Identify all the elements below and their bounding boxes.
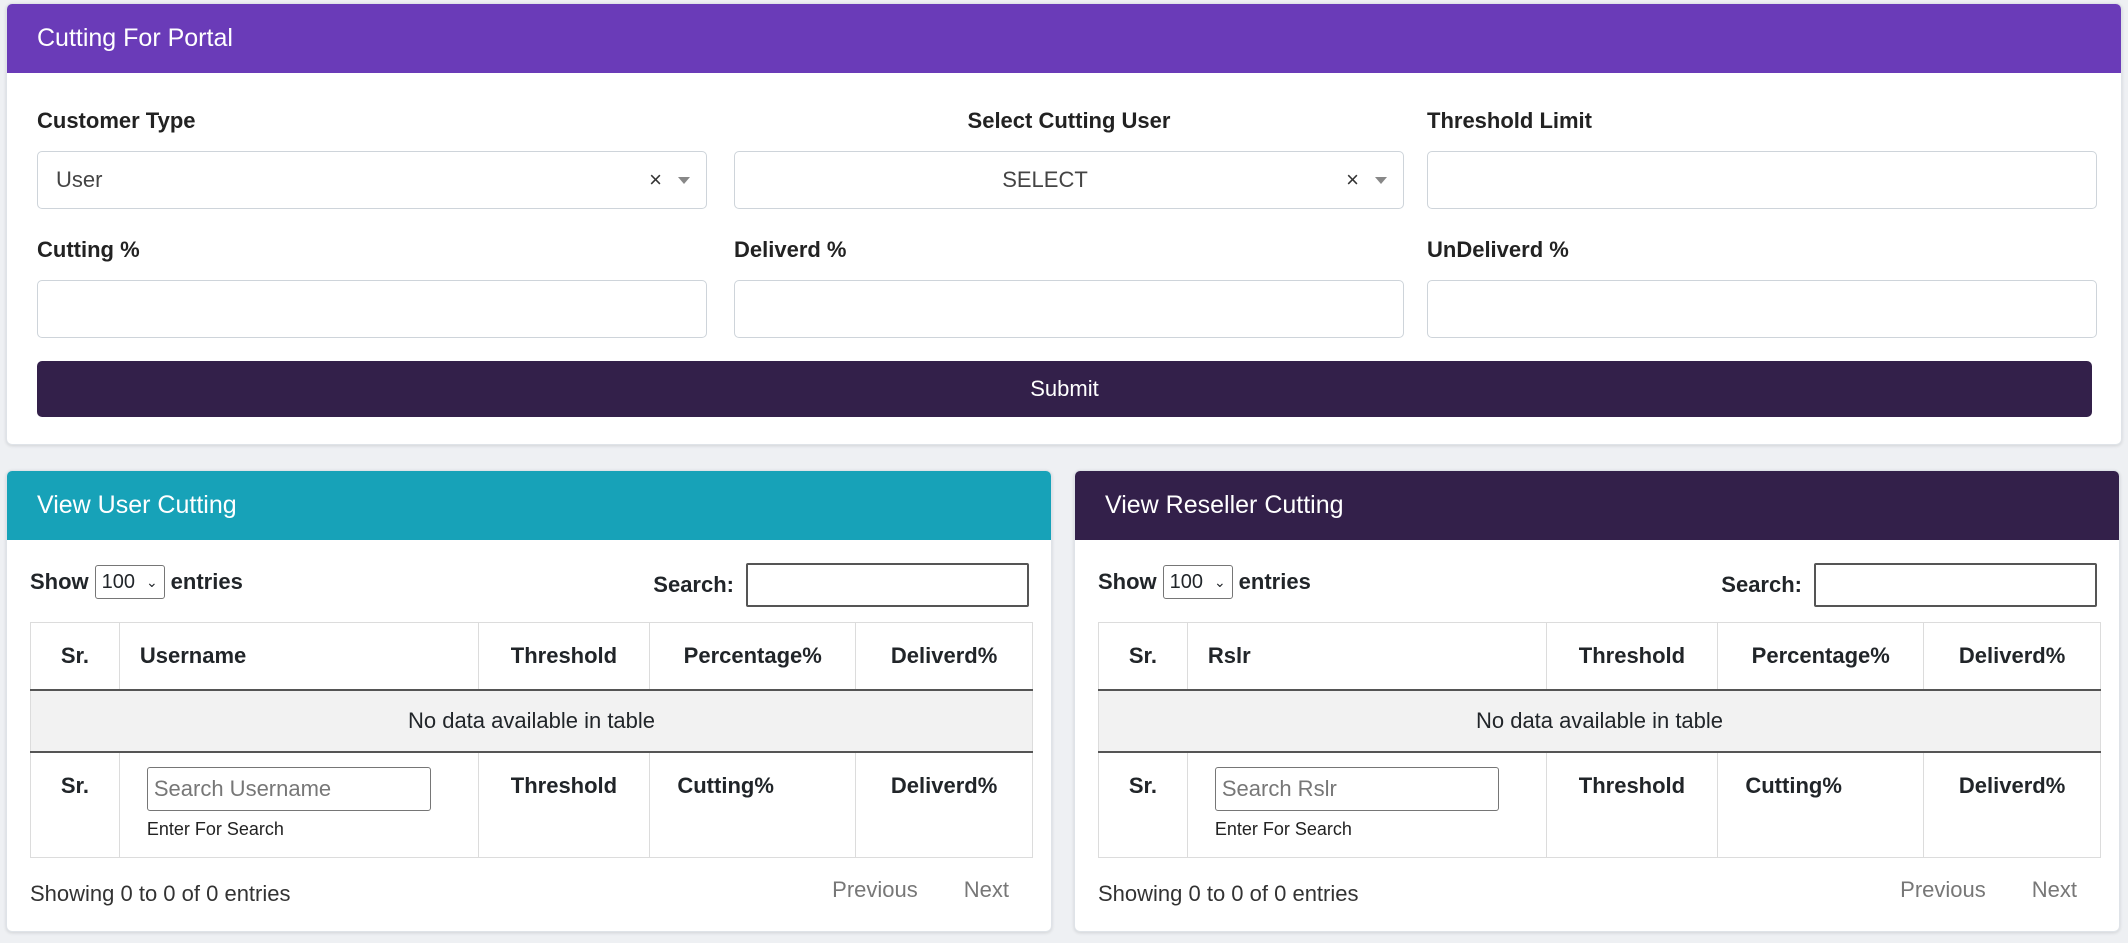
footer-threshold: Threshold [1545, 750, 1719, 858]
footer-deliverd: Deliverd% [855, 750, 1033, 858]
threshold-limit-input[interactable] [1427, 151, 2097, 209]
footer-rslr-filter: Search Rslr Enter For Search [1186, 750, 1547, 858]
search-input[interactable] [1814, 563, 2097, 607]
customer-type-select[interactable]: User × [37, 151, 707, 209]
column-header-sr[interactable]: Sr. [1098, 622, 1188, 691]
table-header-row: Sr. Rslr Threshold Percentage% Deliverd% [1098, 622, 2101, 691]
entries-length-value: 100 [101, 570, 136, 593]
customer-type-value: User [56, 167, 103, 192]
rslr-search-input[interactable]: Search Rslr [1214, 766, 1499, 811]
table-footer-row: Sr. Search Rslr Enter For Search Thresho… [1098, 750, 2101, 858]
pagination: Previous Next [832, 877, 1009, 903]
footer-cutting: Cutting% [649, 750, 857, 858]
table-row: No data available in table [1098, 689, 2101, 752]
search-label: Search: [1721, 572, 1802, 597]
cutting-portal-card: Cutting For Portal Customer Type User × … [6, 3, 2122, 445]
empty-table-message: No data available in table [1098, 689, 2101, 752]
search-hint: Enter For Search [146, 818, 284, 839]
show-label: Show [30, 569, 89, 594]
length-control: Show 100 ⌄ entries [1098, 565, 1311, 599]
empty-table-message: No data available in table [30, 689, 1033, 752]
chevron-down-icon[interactable] [1375, 177, 1387, 184]
table-header-row: Sr. Username Threshold Percentage% Deliv… [30, 622, 1033, 691]
column-header-sr[interactable]: Sr. [30, 622, 120, 691]
column-header-deliverd[interactable]: Deliverd% [1923, 622, 2101, 691]
search-hint: Enter For Search [1214, 818, 1352, 839]
user-cutting-card: View User Cutting Show 100 ⌄ entries Sea… [6, 470, 1052, 932]
reseller-cutting-title: View Reseller Cutting [1105, 491, 1344, 519]
cutting-pct-label: Cutting % [37, 237, 140, 262]
cutting-user-clear-icon[interactable]: × [1346, 152, 1359, 208]
footer-sr: Sr. [30, 750, 120, 858]
footer-deliverd: Deliverd% [1923, 750, 2101, 858]
chevron-down-icon[interactable] [678, 177, 690, 184]
chevron-down-icon: ⌄ [145, 573, 158, 590]
table-footer-row: Sr. Search Username Enter For Search Thr… [30, 750, 1033, 858]
submit-button[interactable]: Submit [37, 361, 2092, 417]
reseller-cutting-table: Sr. Rslr Threshold Percentage% Deliverd%… [1098, 622, 2101, 858]
column-header-rslr[interactable]: Rslr [1186, 622, 1547, 691]
cutting-user-label: Select Cutting User [967, 108, 1171, 133]
previous-button[interactable]: Previous [832, 877, 918, 903]
user-cutting-header: View User Cutting [7, 471, 1051, 540]
portal-title: Cutting For Portal [37, 24, 233, 52]
table-row: No data available in table [30, 689, 1033, 752]
next-button[interactable]: Next [2032, 877, 2077, 903]
column-header-threshold[interactable]: Threshold [1545, 622, 1719, 691]
table-search: Search: [653, 563, 1029, 607]
previous-button[interactable]: Previous [1900, 877, 1986, 903]
column-header-deliverd[interactable]: Deliverd% [855, 622, 1033, 691]
footer-sr: Sr. [1098, 750, 1188, 858]
column-header-percentage[interactable]: Percentage% [649, 622, 857, 691]
pagination: Previous Next [1900, 877, 2077, 903]
entries-length-value: 100 [1169, 570, 1204, 593]
cutting-user-select[interactable]: SELECT × [734, 151, 1404, 209]
footer-cutting: Cutting% [1717, 750, 1925, 858]
reseller-cutting-card: View Reseller Cutting Show 100 ⌄ entries… [1074, 470, 2120, 932]
entries-length-select[interactable]: 100 ⌄ [94, 565, 165, 599]
username-search-input[interactable]: Search Username [146, 766, 431, 811]
table-info: Showing 0 to 0 of 0 entries [30, 881, 291, 906]
user-cutting-title: View User Cutting [37, 491, 237, 519]
user-cutting-table: Sr. Username Threshold Percentage% Deliv… [30, 622, 1033, 858]
entries-label: entries [170, 569, 243, 594]
column-header-username[interactable]: Username [118, 622, 479, 691]
next-button[interactable]: Next [964, 877, 1009, 903]
table-info: Showing 0 to 0 of 0 entries [1098, 881, 1359, 906]
entries-length-select[interactable]: 100 ⌄ [1162, 565, 1233, 599]
deliverd-pct-label: Deliverd % [734, 237, 847, 262]
footer-username-filter: Search Username Enter For Search [118, 750, 479, 858]
search-input[interactable] [746, 563, 1029, 607]
undeliverd-pct-input[interactable] [1427, 280, 2097, 338]
entries-label: entries [1238, 569, 1311, 594]
reseller-cutting-header: View Reseller Cutting [1075, 471, 2119, 540]
deliverd-pct-input[interactable] [734, 280, 1404, 338]
undeliverd-pct-label: UnDeliverd % [1427, 237, 1569, 262]
portal-header: Cutting For Portal [7, 4, 2121, 73]
cutting-pct-input[interactable] [37, 280, 707, 338]
customer-type-clear-icon[interactable]: × [649, 152, 662, 208]
threshold-limit-label: Threshold Limit [1427, 108, 1592, 133]
table-search: Search: [1721, 563, 2097, 607]
cutting-user-value: SELECT [1002, 167, 1088, 192]
length-control: Show 100 ⌄ entries [30, 565, 243, 599]
search-label: Search: [653, 572, 734, 597]
show-label: Show [1098, 569, 1157, 594]
column-header-threshold[interactable]: Threshold [477, 622, 651, 691]
customer-type-label: Customer Type [37, 108, 196, 133]
column-header-percentage[interactable]: Percentage% [1717, 622, 1925, 691]
chevron-down-icon: ⌄ [1213, 573, 1226, 590]
footer-threshold: Threshold [477, 750, 651, 858]
